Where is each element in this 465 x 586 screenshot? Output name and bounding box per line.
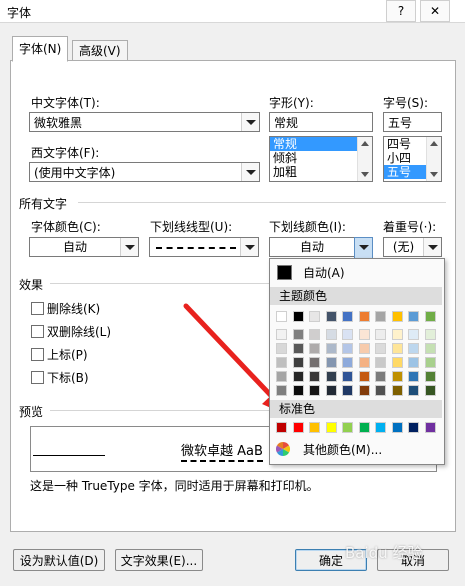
color-swatch[interactable] — [276, 422, 287, 433]
color-swatch[interactable] — [309, 311, 320, 322]
standard-colors-label: 标准色 — [270, 400, 442, 418]
color-swatch[interactable] — [375, 311, 386, 322]
color-swatch[interactable] — [408, 311, 419, 322]
color-swatch[interactable] — [292, 329, 304, 340]
color-swatch[interactable] — [325, 385, 337, 396]
watermark-text: Baidu 经验 — [345, 544, 423, 562]
color-swatch[interactable] — [309, 329, 320, 340]
color-swatch[interactable] — [342, 422, 353, 433]
color-swatch[interactable] — [342, 371, 353, 382]
color-swatch[interactable] — [309, 343, 320, 354]
color-swatch[interactable] — [358, 371, 370, 382]
color-swatch[interactable] — [342, 329, 353, 340]
color-swatch[interactable] — [424, 343, 436, 354]
color-swatch[interactable] — [276, 385, 287, 396]
color-swatch[interactable] — [408, 329, 419, 340]
color-swatch[interactable] — [276, 329, 287, 340]
color-swatch[interactable] — [325, 329, 337, 340]
color-swatch[interactable] — [309, 385, 320, 396]
color-swatch[interactable] — [342, 311, 353, 322]
color-swatch[interactable] — [276, 311, 287, 322]
color-wheel-icon — [276, 442, 290, 456]
color-swatch[interactable] — [276, 371, 287, 382]
color-swatch[interactable] — [358, 311, 370, 322]
color-swatch[interactable] — [424, 311, 436, 322]
color-swatch[interactable] — [309, 357, 320, 368]
more-colors-item[interactable]: 其他颜色(M)... — [303, 441, 382, 458]
color-swatch[interactable] — [375, 371, 386, 382]
color-swatch[interactable] — [292, 422, 304, 433]
auto-color-swatch[interactable] — [277, 265, 292, 280]
color-swatch[interactable] — [391, 357, 403, 368]
color-swatch[interactable] — [358, 343, 370, 354]
color-swatch[interactable] — [375, 329, 386, 340]
color-swatch[interactable] — [358, 357, 370, 368]
color-swatch[interactable] — [309, 371, 320, 382]
color-swatch[interactable] — [325, 371, 337, 382]
color-swatch[interactable] — [325, 343, 337, 354]
color-swatch[interactable] — [391, 371, 403, 382]
color-swatch[interactable] — [391, 385, 403, 396]
color-swatch[interactable] — [342, 357, 353, 368]
color-swatch[interactable] — [408, 385, 419, 396]
color-swatch[interactable] — [375, 343, 386, 354]
theme-colors-label: 主题颜色 — [270, 287, 442, 305]
color-swatch[interactable] — [424, 422, 436, 433]
color-swatch[interactable] — [292, 385, 304, 396]
underline-color-popup[interactable]: 自动(A) 主题颜色 标准色 其他颜色(M)... — [269, 258, 445, 465]
color-swatch[interactable] — [391, 422, 403, 433]
color-swatch[interactable] — [408, 357, 419, 368]
color-swatch[interactable] — [342, 385, 353, 396]
color-swatch[interactable] — [408, 371, 419, 382]
color-swatch[interactable] — [325, 422, 337, 433]
color-swatch[interactable] — [424, 357, 436, 368]
color-swatch[interactable] — [325, 357, 337, 368]
color-swatch[interactable] — [358, 385, 370, 396]
color-swatch[interactable] — [408, 343, 419, 354]
color-swatch[interactable] — [391, 329, 403, 340]
color-swatch[interactable] — [391, 311, 403, 322]
color-swatch[interactable] — [325, 311, 337, 322]
color-swatch[interactable] — [424, 329, 436, 340]
color-swatch[interactable] — [342, 343, 353, 354]
color-swatch[interactable] — [276, 343, 287, 354]
color-swatch[interactable] — [408, 422, 419, 433]
color-swatch[interactable] — [358, 422, 370, 433]
color-swatch[interactable] — [391, 343, 403, 354]
color-swatch[interactable] — [358, 329, 370, 340]
color-swatch[interactable] — [375, 357, 386, 368]
color-swatch[interactable] — [424, 371, 436, 382]
auto-color-label[interactable]: 自动(A) — [303, 264, 345, 281]
color-swatch[interactable] — [375, 422, 386, 433]
color-swatch[interactable] — [375, 385, 386, 396]
color-swatch[interactable] — [309, 422, 320, 433]
color-swatch[interactable] — [292, 371, 304, 382]
color-swatch[interactable] — [292, 343, 304, 354]
color-swatch[interactable] — [292, 311, 304, 322]
color-swatch[interactable] — [424, 385, 436, 396]
color-swatch[interactable] — [276, 357, 287, 368]
color-swatch[interactable] — [292, 357, 304, 368]
